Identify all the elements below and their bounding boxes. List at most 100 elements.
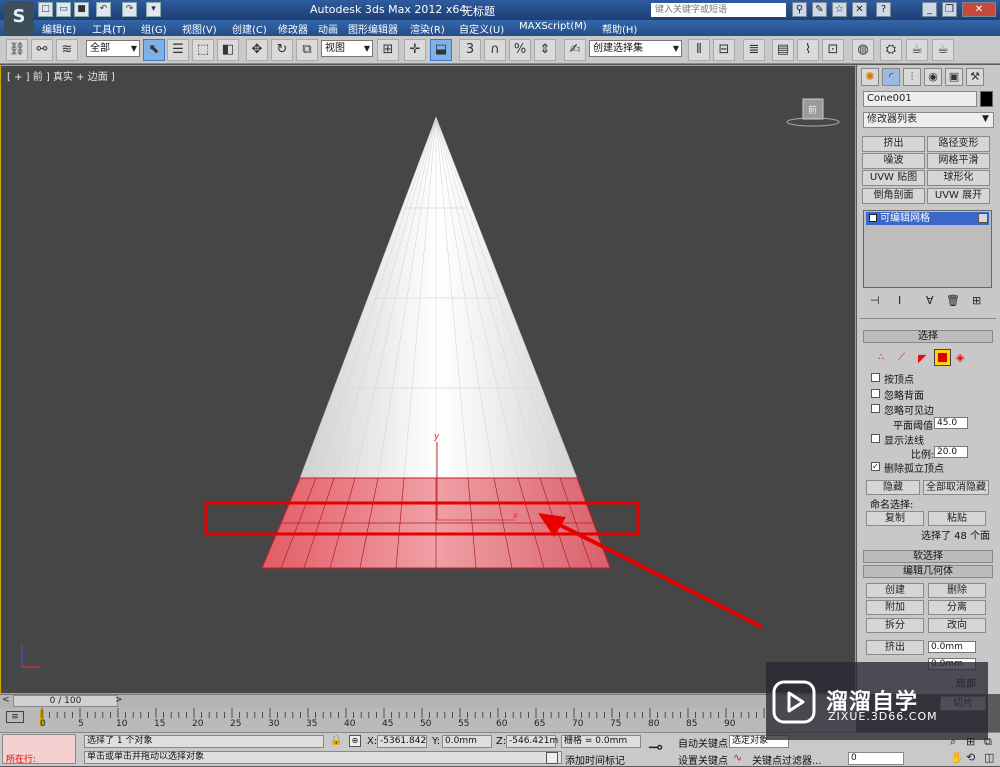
app-logo-icon[interactable]: S	[4, 1, 34, 35]
align-icon[interactable]: ⊟	[713, 39, 735, 61]
communication-icon[interactable]: ☆	[832, 2, 847, 17]
time-slider-track[interactable]	[0, 694, 856, 708]
select-manipulate-icon[interactable]: ✛	[404, 39, 426, 61]
key-filters-button[interactable]: 关键点过滤器...	[752, 752, 822, 767]
stack-light-icon[interactable]	[978, 213, 988, 223]
key-tangent-icon[interactable]: ∿	[733, 751, 742, 764]
menu-tools[interactable]: 工具(T)	[92, 21, 126, 36]
object-color-swatch[interactable]	[980, 91, 993, 107]
menu-customize[interactable]: 自定义(U)	[459, 21, 504, 36]
window-crossing-icon[interactable]: ◧	[217, 39, 239, 61]
pivot-center-icon[interactable]: ⊞	[377, 39, 399, 61]
split-button[interactable]: 拆分	[866, 618, 924, 633]
modifier-spherify-button[interactable]: 球形化	[927, 170, 990, 186]
binoculars-icon[interactable]: ⚲	[792, 2, 807, 17]
selection-filter-dropdown[interactable]: 全部	[86, 40, 140, 57]
link-icon[interactable]: ⛓	[6, 39, 28, 61]
modifier-extrude-button[interactable]: 挤出	[862, 136, 925, 152]
minimize-button[interactable]: _	[922, 2, 937, 17]
undo-icon[interactable]: ↶	[96, 2, 111, 17]
delete-button[interactable]: 删除	[928, 583, 986, 598]
material-editor-icon[interactable]: ◍	[852, 39, 874, 61]
stack-item-editable-mesh[interactable]: 可编辑网格	[866, 212, 989, 225]
select-by-name-icon[interactable]: ☰	[167, 39, 189, 61]
move-icon[interactable]: ✥	[246, 39, 268, 61]
modifier-meshsmooth-button[interactable]: 网格平滑	[927, 153, 990, 169]
element-mode-icon[interactable]: ◈	[956, 351, 964, 364]
detach-button[interactable]: 分离	[928, 600, 986, 615]
search-input[interactable]: 键入关键字或短语	[651, 3, 786, 17]
mirror-icon[interactable]: ⫴	[688, 39, 710, 61]
layer-manager-icon[interactable]: ≣	[743, 39, 765, 61]
menu-edit[interactable]: 编辑(E)	[42, 21, 76, 36]
object-name-field[interactable]: Cone001	[863, 91, 977, 107]
current-frame-field[interactable]: 0	[848, 752, 904, 765]
soft-selection-rollout-header[interactable]: 软选择	[863, 550, 993, 563]
modifier-list-arrow-icon[interactable]: ▼	[982, 114, 989, 124]
polygon-mode-icon[interactable]	[934, 349, 951, 366]
show-normals-checkbox[interactable]	[871, 434, 880, 443]
hierarchy-tab-icon[interactable]: ⫶	[903, 68, 921, 86]
lock-selection-icon[interactable]: 🔒	[330, 735, 342, 746]
subscription-icon[interactable]: ✎	[812, 2, 827, 17]
modifier-pathdeform-button[interactable]: 路径变形	[927, 136, 990, 152]
rendered-frame-icon[interactable]: ☕	[906, 39, 928, 61]
scale-icon[interactable]: ⧉	[296, 39, 318, 61]
remove-modifier-icon[interactable]: 🗑	[946, 294, 960, 307]
show-end-result-icon[interactable]: Ⅰ	[898, 294, 901, 307]
time-slider-prev-icon[interactable]: <	[2, 695, 10, 705]
set-key-button[interactable]: 设置关键点	[678, 752, 728, 767]
curve-editor-icon[interactable]: ⌇	[797, 39, 819, 61]
help-icon[interactable]: ?	[876, 2, 891, 17]
menu-views[interactable]: 视图(V)	[182, 21, 217, 36]
menu-create[interactable]: 创建(C)	[232, 21, 267, 36]
spinner-snap-icon[interactable]: ⇕	[534, 39, 556, 61]
unhide-all-button[interactable]: 全部取消隐藏	[923, 480, 989, 495]
face-mode-icon[interactable]: ◤	[918, 352, 926, 365]
absolute-mode-icon[interactable]: ⊕	[349, 735, 361, 747]
modifier-list-dropdown[interactable]: 修改器列表	[863, 112, 994, 128]
motion-tab-icon[interactable]: ◉	[924, 68, 942, 86]
extrude-button[interactable]: 挤出	[866, 640, 924, 655]
paste-button[interactable]: 粘贴	[928, 511, 986, 526]
keyboard-shortcut-override-icon[interactable]: ⬓	[430, 39, 452, 61]
schematic-view-icon[interactable]: ⊡	[822, 39, 844, 61]
rotate-icon[interactable]: ↻	[271, 39, 293, 61]
menu-animation[interactable]: 动画	[318, 21, 338, 36]
restore-button[interactable]: ❐	[942, 2, 957, 17]
menu-graph-editors[interactable]: 图形编辑器	[348, 21, 398, 36]
planar-threshold-spinner[interactable]: 45.0	[934, 417, 968, 429]
ignore-backfacing-checkbox[interactable]	[871, 389, 880, 398]
render-production-icon[interactable]: ☕	[932, 39, 954, 61]
angle-snap-icon[interactable]: ∩	[484, 39, 506, 61]
graphite-tools-icon[interactable]: ▤	[772, 39, 794, 61]
by-vertex-checkbox[interactable]	[871, 373, 880, 382]
auto-key-button[interactable]: 自动关键点	[678, 735, 728, 750]
modifier-bevelprofile-button[interactable]: 倒角剖面	[862, 188, 925, 204]
create-button[interactable]: 创建	[866, 583, 924, 598]
menu-maxscript[interactable]: MAXScript(M)	[519, 21, 587, 32]
vertex-mode-icon[interactable]: ∴	[878, 352, 884, 363]
make-unique-icon[interactable]: ∀	[926, 294, 934, 307]
modifier-noise-button[interactable]: 噪波	[862, 153, 925, 169]
time-slider-next-icon[interactable]: >	[115, 695, 123, 705]
close-button[interactable]: ✕	[962, 2, 996, 17]
new-file-icon[interactable]: □	[38, 2, 53, 17]
menu-group[interactable]: 组(G)	[141, 21, 167, 36]
set-key-icon[interactable]: ⊸	[648, 737, 663, 758]
turn-button[interactable]: 改向	[928, 618, 986, 633]
selection-rollout-header[interactable]: 选择	[863, 330, 993, 343]
create-tab-icon[interactable]: ✺	[861, 68, 879, 86]
edit-geometry-rollout-header[interactable]: 编辑几何体	[863, 565, 993, 578]
menu-modifiers[interactable]: 修改器	[278, 21, 308, 36]
display-tab-icon[interactable]: ▣	[945, 68, 963, 86]
viewcube-label[interactable]: 前	[808, 103, 817, 116]
edge-mode-icon[interactable]: ⟋	[898, 352, 905, 363]
open-file-icon[interactable]: ▭	[56, 2, 71, 17]
snaps-toggle-icon[interactable]: 3	[459, 39, 481, 61]
orbit-icon[interactable]: ⟲	[966, 751, 975, 764]
configure-sets-icon[interactable]: ⊞	[972, 294, 981, 307]
select-object-icon[interactable]: ⬉	[143, 39, 165, 61]
modify-tab-icon[interactable]: ◜	[882, 68, 900, 86]
save-file-icon[interactable]: ■	[74, 2, 89, 17]
